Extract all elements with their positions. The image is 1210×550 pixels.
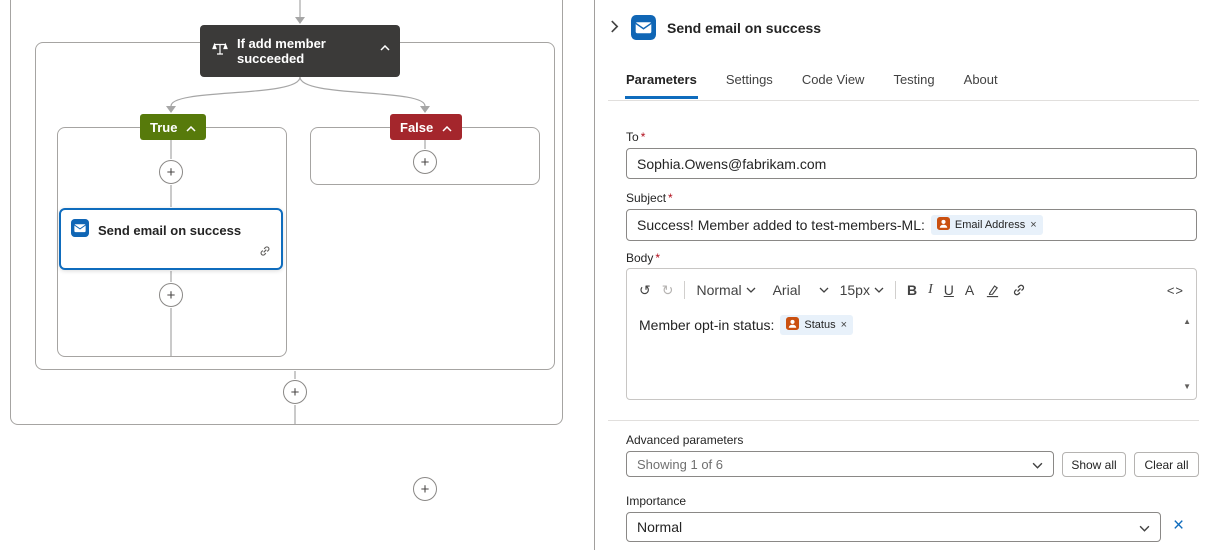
required-marker: *	[655, 251, 660, 265]
plus-icon: +	[421, 155, 430, 170]
connector-icon	[786, 317, 799, 333]
importance-value: Normal	[637, 519, 682, 535]
tab-parameters[interactable]: Parameters	[625, 72, 698, 99]
insert-action-button[interactable]: +	[159, 283, 183, 307]
plus-icon: +	[421, 482, 430, 497]
rich-text-toolbar: ↺ ↻ Normal Arial 15px B I U	[627, 269, 1196, 311]
insert-action-button[interactable]: +	[413, 150, 437, 174]
collapse-panel-button[interactable]	[609, 20, 620, 38]
show-all-button[interactable]: Show all	[1062, 452, 1126, 477]
paragraph-style-dropdown[interactable]: Normal	[696, 282, 755, 298]
true-branch-label: True	[150, 120, 177, 135]
outlook-icon	[631, 15, 656, 45]
connector-icon	[937, 217, 950, 233]
plus-icon: +	[167, 288, 176, 303]
tab-testing[interactable]: Testing	[892, 72, 935, 99]
power-automate-designer: If add member succeeded True False + + +…	[0, 0, 1210, 550]
insert-action-button[interactable]: +	[159, 160, 183, 184]
body-text: Member opt-in status:	[639, 317, 774, 333]
condition-label: If add member succeeded	[237, 36, 353, 66]
body-field-label: Body*	[626, 251, 660, 265]
condition-icon	[212, 41, 228, 62]
required-marker: *	[668, 191, 673, 205]
code-view-toggle[interactable]: <>	[1167, 283, 1184, 298]
undo-icon[interactable]: ↺	[639, 282, 651, 299]
remove-importance-icon[interactable]: ×	[1173, 515, 1184, 537]
scroll-down-icon[interactable]: ▼	[1183, 382, 1191, 391]
plus-icon: +	[167, 165, 176, 180]
token-label: Email Address	[955, 219, 1025, 231]
action-settings-panel: Send email on success Parameters Setting…	[596, 0, 1210, 550]
chevron-down-icon	[1139, 519, 1150, 535]
bold-button[interactable]: B	[907, 282, 917, 298]
font-color-button[interactable]: A	[965, 282, 974, 298]
importance-dropdown[interactable]: Normal	[626, 512, 1161, 542]
divider	[608, 420, 1199, 421]
false-branch-label: False	[400, 120, 433, 135]
chevron-up-icon	[186, 120, 196, 135]
to-input[interactable]: Sophia.Owens@fabrikam.com	[626, 148, 1197, 179]
insert-link-icon[interactable]	[1011, 282, 1027, 298]
chevron-up-icon	[442, 120, 452, 135]
email-address-token[interactable]: Email Address ×	[931, 215, 1043, 235]
advanced-parameters-dropdown[interactable]: Showing 1 of 6	[626, 451, 1054, 477]
remove-token-icon[interactable]: ×	[1030, 219, 1036, 231]
flow-canvas[interactable]: If add member succeeded True False + + +…	[0, 0, 595, 550]
remove-token-icon[interactable]: ×	[841, 319, 847, 331]
tab-code-view[interactable]: Code View	[801, 72, 866, 99]
token-label: Status	[804, 319, 835, 331]
plus-icon: +	[291, 385, 300, 400]
advanced-parameters-label: Advanced parameters	[626, 433, 743, 447]
body-content[interactable]: Member opt-in status: Status ×	[639, 315, 1172, 335]
chevron-up-icon[interactable]	[380, 38, 390, 56]
chevron-down-icon	[1032, 457, 1043, 472]
underline-button[interactable]: U	[944, 282, 954, 298]
italic-button[interactable]: I	[928, 282, 933, 298]
true-branch-badge[interactable]: True	[140, 114, 206, 140]
action-card-title: Send email on success	[98, 223, 241, 238]
send-email-action-card[interactable]: Send email on success	[59, 208, 283, 270]
scroll-up-icon[interactable]: ▲	[1183, 317, 1191, 326]
to-field-label: To*	[626, 130, 645, 144]
insert-action-button[interactable]: +	[413, 477, 437, 501]
toolbar-divider	[684, 281, 685, 299]
tab-settings[interactable]: Settings	[725, 72, 774, 99]
importance-label: Importance	[626, 494, 686, 508]
link-icon[interactable]	[258, 244, 272, 263]
status-token[interactable]: Status ×	[780, 315, 853, 335]
toolbar-divider	[895, 281, 896, 299]
font-size-dropdown[interactable]: 15px	[840, 282, 884, 298]
to-value: Sophia.Owens@fabrikam.com	[637, 156, 826, 172]
insert-action-button[interactable]: +	[283, 380, 307, 404]
highlight-icon[interactable]	[985, 283, 1000, 298]
panel-title: Send email on success	[667, 20, 821, 36]
required-marker: *	[641, 130, 646, 144]
advanced-parameters-value: Showing 1 of 6	[637, 457, 723, 472]
outlook-icon	[71, 219, 89, 242]
subject-value: Success! Member added to test-members-ML…	[637, 217, 925, 233]
clear-all-button[interactable]: Clear all	[1134, 452, 1199, 477]
false-branch-badge[interactable]: False	[390, 114, 462, 140]
font-family-dropdown[interactable]: Arial	[773, 282, 829, 298]
body-rich-text-editor[interactable]: ↺ ↻ Normal Arial 15px B I U	[626, 268, 1197, 400]
divider	[608, 100, 1199, 101]
panel-tabs: Parameters Settings Code View Testing Ab…	[625, 72, 999, 99]
redo-icon[interactable]: ↻	[662, 282, 674, 299]
condition-node[interactable]: If add member succeeded	[200, 25, 400, 77]
subject-field-label: Subject*	[626, 191, 673, 205]
subject-input[interactable]: Success! Member added to test-members-ML…	[626, 209, 1197, 241]
tab-about[interactable]: About	[963, 72, 999, 99]
